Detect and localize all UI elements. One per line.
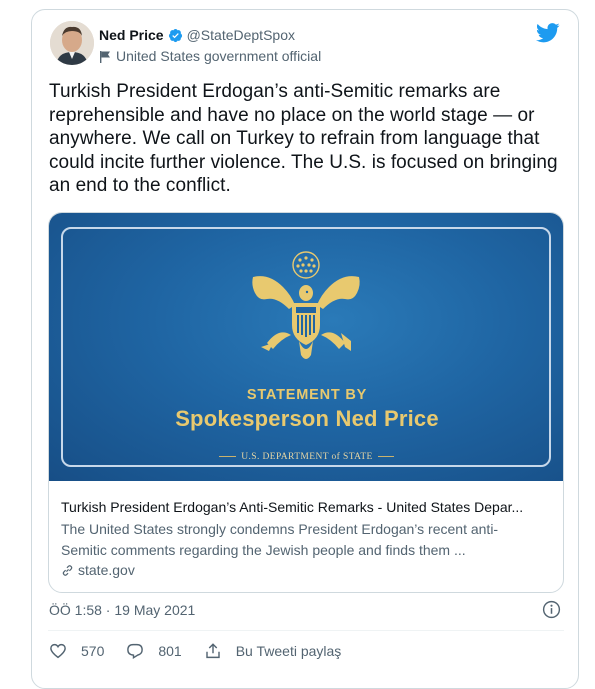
government-flag-icon: [100, 50, 110, 63]
author-handle[interactable]: @StateDeptSpox: [187, 27, 295, 43]
tweet-card: Ned Price @StateDeptSpox United States g…: [31, 9, 579, 689]
share-icon: [206, 643, 220, 659]
twitter-bird-icon[interactable]: [536, 23, 560, 43]
verified-badge-icon: [168, 28, 182, 42]
avatar[interactable]: [50, 21, 94, 65]
like-button[interactable]: 570: [49, 642, 104, 660]
divider: [48, 630, 564, 631]
reply-count: 801: [158, 643, 182, 659]
link-domain[interactable]: state.gov: [61, 562, 135, 578]
link-icon: [62, 564, 73, 576]
reply-button[interactable]: 801: [126, 642, 182, 660]
image-heading-large: Spokesperson Ned Price: [175, 406, 439, 431]
tweet-timestamp[interactable]: ÖÖ 1:58 · 19 May 2021: [49, 602, 195, 618]
share-button[interactable]: Bu Tweeti paylaş: [204, 642, 342, 660]
image-heading-small: STATEMENT BY: [246, 387, 368, 403]
link-description: The United States strongly condemns Pres…: [61, 521, 499, 558]
action-bar: 570 801 Bu Tweeti paylaş: [49, 642, 363, 660]
department-text: U.S. DEPARTMENT of STATE: [236, 452, 378, 462]
tweet-text: Turkish President Erdogan’s anti-Semitic…: [49, 81, 558, 196]
author-name[interactable]: Ned Price: [99, 27, 164, 43]
reply-icon: [127, 643, 144, 660]
government-label: United States government official: [116, 48, 322, 64]
link-title[interactable]: Turkish President Erdogan’s Anti-Semitic…: [61, 499, 556, 515]
info-icon[interactable]: [542, 600, 561, 619]
link-domain-text: state.gov: [78, 562, 135, 578]
image-department: U.S. DEPARTMENT of STATE: [49, 452, 563, 462]
heart-icon: [50, 643, 66, 659]
link-preview-card[interactable]: STATEMENT BY Spokesperson Ned Price U.S.…: [48, 212, 564, 593]
eagle-seal-icon: [252, 251, 360, 359]
like-count: 570: [81, 643, 105, 659]
share-label: Bu Tweeti paylaş: [235, 643, 342, 659]
link-preview-image[interactable]: STATEMENT BY Spokesperson Ned Price U.S.…: [49, 213, 563, 481]
